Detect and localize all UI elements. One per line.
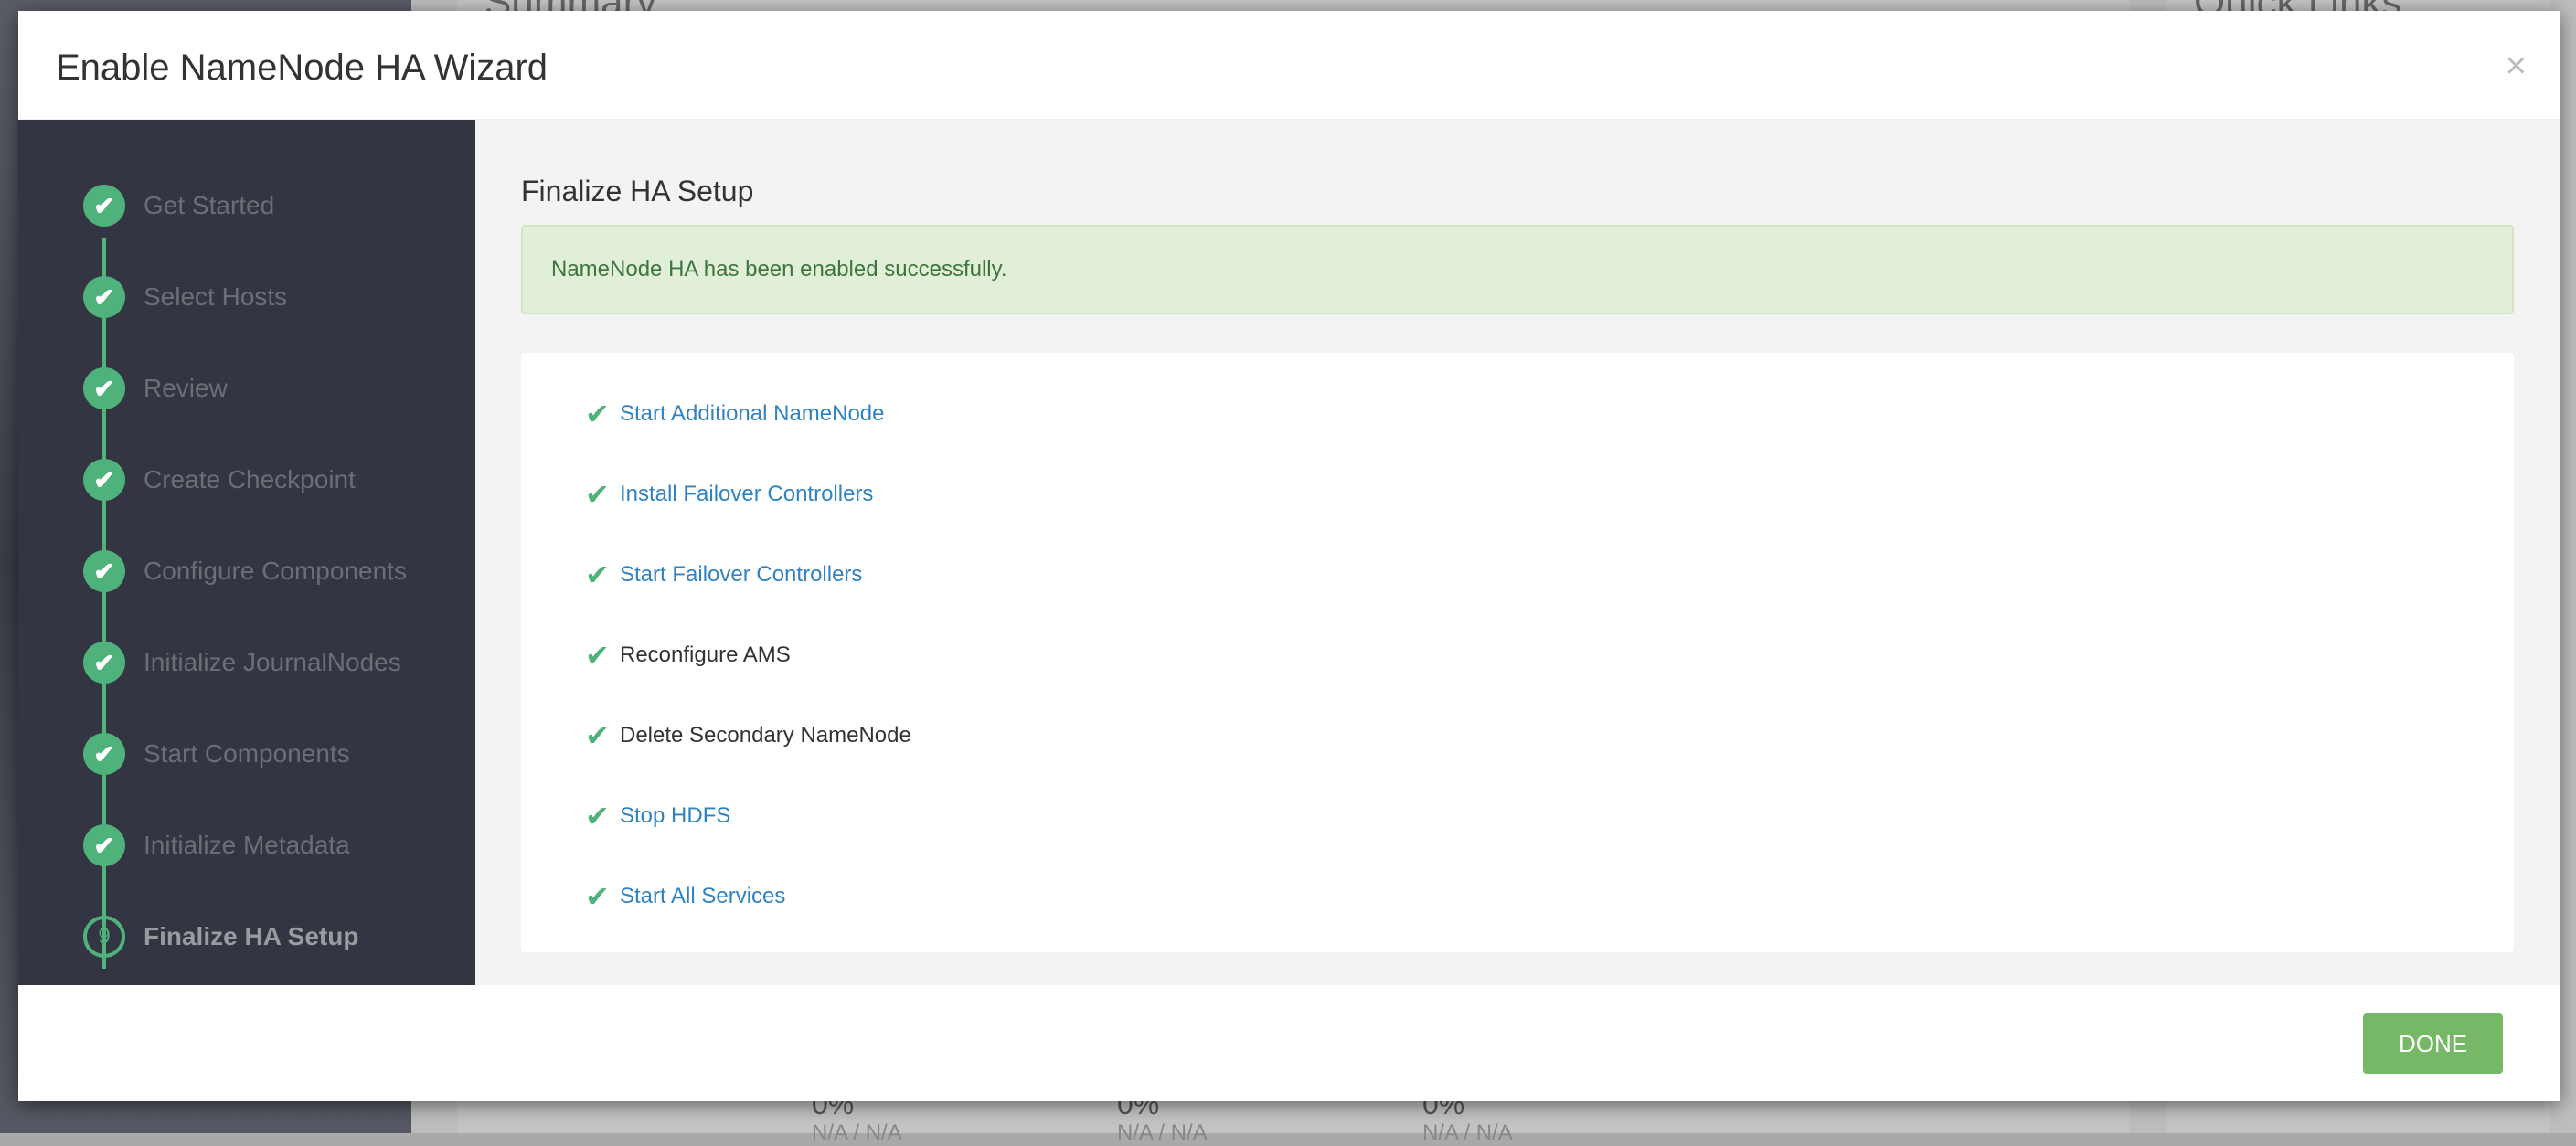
task-link[interactable]: Start Additional NameNode [620, 401, 885, 427]
wizard-step: ✔ Review [83, 367, 228, 409]
task-link[interactable]: Stop HDFS [620, 803, 730, 829]
wizard-step: ✔ Get Started [83, 185, 274, 227]
step-label: Review [144, 374, 228, 402]
wizard-content: Finalize HA Setup NameNode HA has been e… [475, 120, 2560, 985]
check-circle-icon: ✔ [83, 276, 125, 318]
task-label: Reconfigure AMS [620, 642, 791, 667]
check-icon: ✔ [585, 639, 610, 672]
check-circle-icon: ✔ [83, 642, 125, 684]
task-item: ✔ Start Additional NameNode [585, 397, 885, 431]
modal-header: Enable NameNode HA Wizard × [18, 11, 2560, 120]
success-alert: NameNode HA has been enabled successfull… [521, 225, 2514, 314]
check-icon: ✔ [585, 800, 610, 833]
step-label: Start Components [144, 739, 350, 768]
wizard-step: ✔ Initialize JournalNodes [83, 642, 401, 684]
task-link[interactable]: Start Failover Controllers [620, 562, 862, 588]
step-label: Initialize JournalNodes [144, 648, 401, 676]
wizard-step: ✔ Configure Components [83, 550, 407, 592]
task-list-panel: ✔ Start Additional NameNode ✔ Install Failo… [521, 353, 2514, 952]
step-label: Get Started [144, 191, 275, 219]
wizard-steps-sidebar: ✔ Get Started ✔ Select Hosts ✔ Review ✔ Create … [18, 120, 475, 985]
task-item: ✔ Install Failover Controllers [585, 477, 873, 512]
wizard-step: ✔ Create Checkpoint [83, 459, 356, 501]
modal-footer: DONE [18, 985, 2560, 1101]
check-icon: ✔ [585, 719, 610, 752]
step-label: Finalize HA Setup [144, 922, 359, 950]
close-icon[interactable]: × [2506, 46, 2527, 87]
step-number: 9 [83, 916, 125, 958]
check-icon: ✔ [585, 398, 610, 430]
page-title: Finalize HA Setup [521, 175, 754, 207]
task-item: ✔ Stop HDFS [585, 799, 730, 833]
check-circle-icon: ✔ [83, 550, 125, 592]
wizard-modal: Enable NameNode HA Wizard × ✔ Get Started… [18, 11, 2560, 1101]
step-label: Create Checkpoint [144, 465, 356, 493]
wizard-step: ✔ Start Components [83, 733, 350, 775]
task-link[interactable]: Install Failover Controllers [620, 482, 873, 507]
check-circle-icon: ✔ [83, 824, 125, 866]
background-metric-sub: N/A / N/A [1117, 1120, 1208, 1145]
step-label: Initialize Metadata [144, 831, 350, 859]
task-label: Delete Secondary NameNode [620, 723, 911, 748]
task-item: ✔ Delete Secondary NameNode [585, 718, 911, 753]
check-icon: ✔ [585, 478, 610, 511]
modal-title: Enable NameNode HA Wizard [56, 48, 548, 88]
done-button[interactable]: DONE [2363, 1013, 2503, 1074]
check-circle-icon: ✔ [83, 185, 125, 227]
wizard-step: ✔ Select Hosts [83, 276, 287, 318]
task-link[interactable]: Start All Services [620, 884, 785, 909]
check-icon: ✔ [585, 880, 610, 913]
task-item: ✔ Start Failover Controllers [585, 557, 862, 592]
background-metric-sub: N/A / N/A [812, 1120, 902, 1145]
check-circle-icon: ✔ [83, 459, 125, 501]
wizard-step: 9 Finalize HA Setup [83, 916, 358, 958]
step-label: Select Hosts [144, 282, 288, 311]
wizard-step: ✔ Initialize Metadata [83, 824, 350, 866]
check-circle-icon: ✔ [83, 367, 125, 409]
task-item: ✔ Reconfigure AMS [585, 638, 791, 673]
check-icon: ✔ [585, 558, 610, 591]
task-item: ✔ Start All Services [585, 879, 785, 914]
step-label: Configure Components [144, 557, 407, 585]
background-metric-sub: N/A / N/A [1422, 1120, 1513, 1145]
check-circle-icon: ✔ [83, 733, 125, 775]
